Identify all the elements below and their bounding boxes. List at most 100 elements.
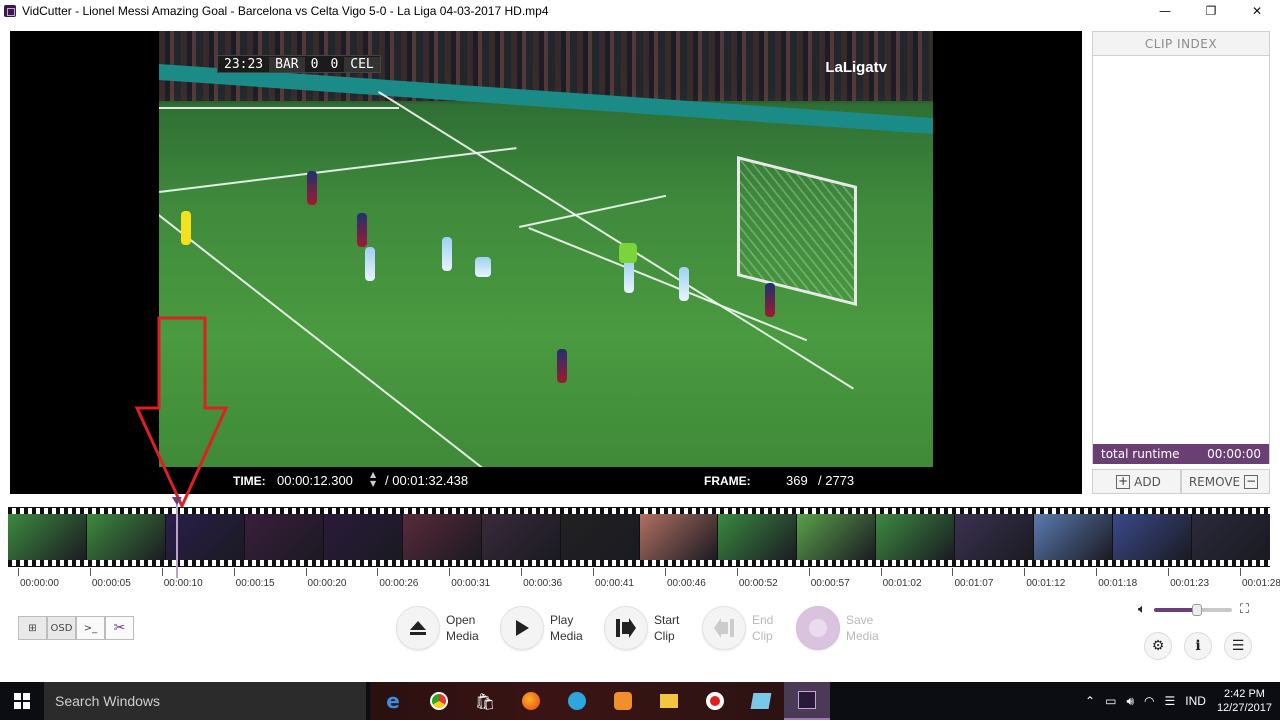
timeline-ruler: 00:00:00 00:00:05 00:00:10 00:00:15 00:00:20… — [8, 568, 1280, 592]
timeline-thumbnail — [1113, 514, 1192, 560]
taskbar-edge[interactable]: e — [370, 682, 416, 720]
end-clip-icon — [702, 606, 746, 650]
end-clip-button[interactable]: End Clip — [702, 606, 773, 650]
taskbar-vidcutter[interactable] — [784, 682, 830, 720]
timeline-thumbnail — [1034, 514, 1113, 560]
osd-label: OSD — [50, 622, 73, 634]
timeline-tick-label: 00:00:46 — [666, 578, 706, 589]
taskbar-search-input[interactable]: Search Windows — [44, 682, 366, 720]
settings-button[interactable]: ⚙ — [1144, 632, 1172, 660]
volume-slider[interactable] — [1153, 603, 1232, 616]
taskbar-clock[interactable]: 2:42 PM 12/27/2017 — [1211, 687, 1280, 715]
battery-icon[interactable]: ▭ — [1100, 694, 1121, 708]
timeline-tick-label: 00:00:52 — [738, 578, 778, 589]
save-media-button[interactable]: Save Media — [796, 606, 879, 650]
timeline-thumbnail — [797, 514, 876, 560]
volume-tray-icon[interactable]: 🔊︎ — [1121, 694, 1139, 709]
taskbar-app-orange[interactable] — [600, 682, 646, 720]
windows-taskbar: Search Windows e 🛍︎ ⌃ ▭ 🔊︎ ◠ ☰ IND 2:42 … — [0, 682, 1280, 720]
taskbar-explorer[interactable] — [646, 682, 692, 720]
notification-icon[interactable]: ☰ — [1160, 694, 1181, 708]
minimize-icon: — — [1159, 4, 1171, 18]
save-icon — [796, 606, 840, 650]
timeline-tick-label: 00:01:12 — [1026, 578, 1066, 589]
timeline-tick-label: 00:00:05 — [91, 578, 131, 589]
taskbar-recorder[interactable] — [692, 682, 738, 720]
folder-icon — [660, 694, 678, 708]
timeline-tick-label: 00:00:00 — [20, 578, 59, 589]
annotation-arrow-icon — [134, 316, 229, 510]
speaker-icon[interactable]: 🔈︎ — [1138, 602, 1146, 617]
timeline-thumbnail — [1192, 514, 1270, 560]
timeline-tick — [1096, 568, 1098, 576]
minus-icon: − — [1244, 473, 1259, 489]
windows-logo-icon — [14, 693, 30, 709]
fullscreen-edit-toggle[interactable]: ⊞ — [18, 616, 47, 640]
timeline-thumbnail — [244, 514, 323, 560]
time-total: / 00:01:32.438 — [385, 473, 469, 488]
wifi-icon[interactable]: ◠ — [1139, 694, 1159, 708]
timeline-tick — [18, 568, 19, 576]
vidcutter-icon — [798, 691, 816, 709]
home-score: 0 — [310, 56, 319, 72]
clip-index-header: CLIP INDEX — [1093, 32, 1269, 56]
time-spinner-icon[interactable]: ▲ ▼ — [370, 470, 376, 488]
store-icon: 🛍︎ — [474, 691, 496, 711]
keyboard-icon: ⊞ — [28, 622, 37, 634]
timeline-filmstrip[interactable] — [8, 507, 1270, 567]
timeline-tick — [89, 568, 91, 576]
timeline-tick-label: 00:00:36 — [523, 578, 563, 589]
clock-date: 12/27/2017 — [1216, 702, 1272, 714]
info-button[interactable]: i — [1184, 632, 1212, 660]
timeline-tick-label: 00:01:28 — [1242, 578, 1280, 589]
start-clip-button[interactable]: Start Clip — [604, 606, 679, 650]
play-media-button[interactable]: Play Media — [500, 606, 583, 650]
away-score: 0 — [330, 56, 339, 72]
minimize-button[interactable]: — — [1142, 0, 1188, 22]
title-bar: VidCutter - Lionel Messi Amazing Goal - … — [0, 0, 1280, 22]
timeline-tick — [449, 568, 451, 576]
start-clip-icon — [604, 606, 648, 650]
chevron-up-icon[interactable]: ⌃ — [1080, 694, 1100, 708]
restore-button[interactable]: ❐ — [1188, 0, 1234, 22]
volume-slider-handle[interactable] — [1191, 603, 1202, 616]
record-icon — [706, 692, 724, 710]
window-title: VidCutter - Lionel Messi Amazing Goal - … — [22, 4, 549, 18]
timeline-tick — [233, 568, 235, 576]
remove-clip-button[interactable]: REMOVE − — [1181, 469, 1270, 494]
console-toggle[interactable]: >_ — [76, 616, 105, 640]
remove-clip-label: REMOVE — [1188, 474, 1241, 489]
timeline-tick — [1024, 568, 1026, 576]
add-clip-button[interactable]: + ADD — [1092, 469, 1181, 494]
clip-index-panel[interactable]: CLIP INDEX — [1092, 31, 1270, 464]
taskbar-firefox[interactable] — [508, 682, 554, 720]
taskbar-store[interactable]: 🛍︎ — [462, 682, 508, 720]
volume-control[interactable]: 🔈︎ ⛶ — [1138, 602, 1249, 617]
timeline-thumbnail — [876, 514, 955, 560]
eject-icon — [396, 606, 440, 650]
close-button[interactable]: ✕ — [1234, 0, 1280, 22]
menu-button[interactable]: ☰ — [1224, 632, 1252, 660]
timeline-tick-label: 00:00:10 — [163, 578, 203, 589]
taskbar-telegram[interactable] — [554, 682, 600, 720]
taskbar-chrome[interactable] — [416, 682, 462, 720]
timeline-thumbnail — [955, 514, 1034, 560]
console-icon: >_ — [83, 622, 98, 634]
firefox-icon — [522, 692, 540, 710]
frame-label: FRAME: — [704, 474, 751, 488]
close-icon: ✕ — [1251, 4, 1263, 18]
cut-toggle[interactable]: ✂ — [105, 616, 134, 640]
taskbar-app-blue[interactable] — [738, 682, 784, 720]
start-button[interactable] — [0, 682, 44, 720]
timeline-thumbnail — [560, 514, 639, 560]
timeline-tick-label: 00:01:02 — [882, 578, 922, 589]
timeline-tick-label: 00:00:31 — [451, 578, 491, 589]
language-indicator[interactable]: IND — [1180, 694, 1211, 708]
timeline-tick-label: 00:01:18 — [1098, 578, 1138, 589]
open-media-button[interactable]: Open Media — [396, 606, 479, 650]
timeline-playhead[interactable] — [175, 500, 178, 578]
fullscreen-icon[interactable]: ⛶ — [1240, 602, 1249, 617]
timeline-tick — [664, 568, 666, 576]
timeline-tick-label: 00:00:15 — [235, 578, 275, 589]
osd-toggle[interactable]: OSD — [47, 616, 76, 640]
